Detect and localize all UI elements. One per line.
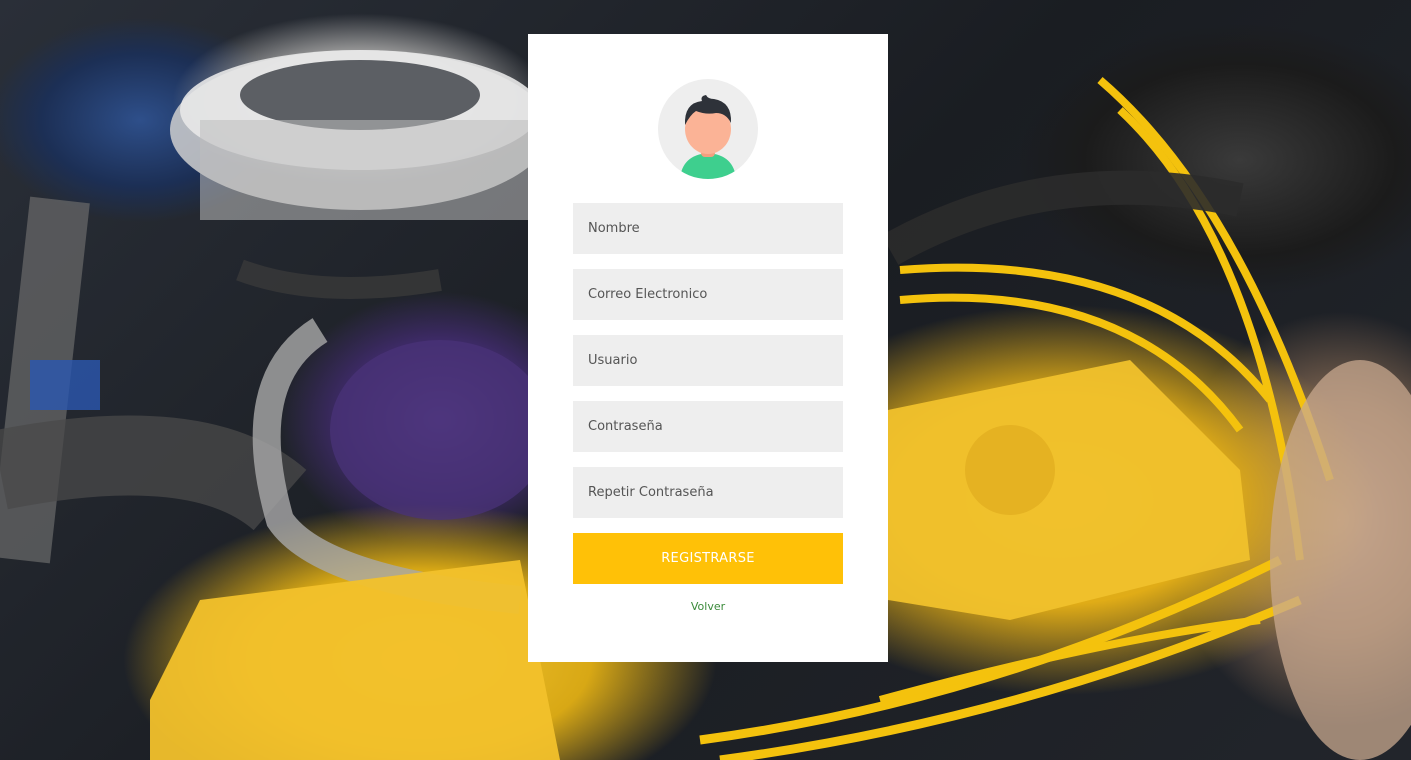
name-input[interactable] [573,203,843,254]
user-avatar-icon [658,79,758,179]
back-link[interactable]: Volver [528,600,888,613]
register-card: REGISTRARSE Volver [528,34,888,662]
repeat-password-input[interactable] [573,467,843,518]
register-button[interactable]: REGISTRARSE [573,533,843,584]
password-input[interactable] [573,401,843,452]
email-input[interactable] [573,269,843,320]
username-input[interactable] [573,335,843,386]
